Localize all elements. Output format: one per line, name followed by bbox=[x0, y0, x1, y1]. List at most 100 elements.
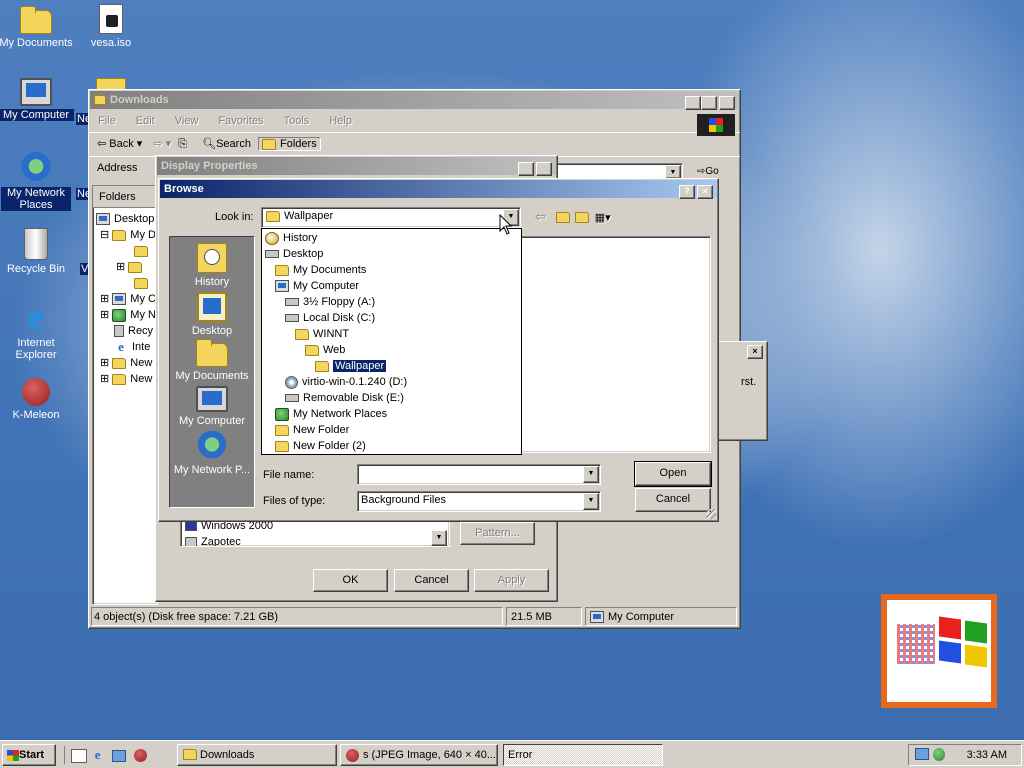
resize-grip[interactable] bbox=[706, 509, 716, 519]
places-desktop[interactable]: Desktop bbox=[170, 292, 254, 337]
look-in-dropdown[interactable]: History Desktop My Documents My Computer 3½ … bbox=[261, 228, 522, 455]
dropdown-item[interactable]: WINNT bbox=[262, 326, 521, 342]
places-my-documents[interactable]: My Documents bbox=[170, 339, 254, 382]
close-button[interactable]: × bbox=[697, 185, 713, 199]
folders-button[interactable]: Folders bbox=[258, 137, 321, 151]
dropdown-item[interactable]: Web bbox=[262, 342, 521, 358]
help-button[interactable]: ? bbox=[679, 185, 695, 199]
desktop-icon-my-documents[interactable]: My Documents bbox=[0, 4, 74, 49]
volume-tray-icon[interactable] bbox=[933, 748, 945, 761]
maximize-button[interactable]: □ bbox=[701, 96, 717, 110]
desktop-icon-internet-explorer[interactable]: e Internet Explorer bbox=[0, 299, 74, 362]
up-button[interactable]: ⎘ bbox=[178, 138, 187, 150]
minimize-button[interactable]: _ bbox=[685, 96, 701, 110]
menu-edit[interactable]: Edit bbox=[133, 113, 158, 129]
pattern-button[interactable]: Pattern... bbox=[460, 522, 535, 545]
system-tray: 3:33 AM bbox=[908, 744, 1022, 766]
dropdown-item[interactable]: Desktop bbox=[262, 246, 521, 262]
list-item[interactable]: Zapotec bbox=[181, 534, 449, 546]
menu-view[interactable]: View bbox=[172, 113, 202, 129]
internet-explorer-icon[interactable]: e bbox=[91, 748, 105, 762]
tree-item[interactable]: ⊞ My C bbox=[96, 291, 157, 307]
dropdown-item[interactable]: History bbox=[262, 230, 521, 246]
browse-titlebar[interactable]: Browse ? × bbox=[160, 180, 717, 199]
chevron-down-icon[interactable]: ▼ bbox=[583, 493, 599, 510]
menu-file[interactable]: File bbox=[95, 113, 119, 129]
outlook-icon[interactable] bbox=[112, 749, 127, 762]
search-button[interactable]: 🔍︎Search bbox=[202, 138, 251, 150]
my-computer-icon bbox=[20, 78, 52, 106]
dropdown-item[interactable]: 3½ Floppy (A:) bbox=[262, 294, 521, 310]
tree-item[interactable]: ⊞ New bbox=[96, 371, 157, 387]
menu-tools[interactable]: Tools bbox=[281, 113, 313, 129]
menu-favorites[interactable]: Favorites bbox=[215, 113, 266, 129]
taskbar-item-error[interactable]: Error bbox=[503, 744, 663, 766]
tree-item[interactable]: e Inte bbox=[96, 339, 157, 355]
cancel-button[interactable]: Cancel bbox=[635, 488, 711, 512]
tree-item[interactable]: ⊞ My N bbox=[96, 307, 157, 323]
dropdown-item[interactable]: Local Disk (C:) bbox=[262, 310, 521, 326]
network-tray-icon[interactable] bbox=[915, 748, 929, 760]
dropdown-item[interactable]: Removable Disk (E:) bbox=[262, 390, 521, 406]
explorer-titlebar[interactable]: Downloads _ □ × bbox=[90, 91, 739, 110]
internet-explorer-icon: e bbox=[28, 299, 44, 336]
desktop-icon-k-meleon[interactable]: K-Meleon bbox=[0, 378, 74, 421]
look-in-combo[interactable]: Wallpaper ▼ bbox=[261, 207, 521, 228]
dropdown-item[interactable]: My Computer bbox=[262, 278, 521, 294]
dropdown-item[interactable]: My Network Places bbox=[262, 406, 521, 422]
browse-dialog[interactable]: Browse ? × Look in: Wallpaper ▼ ⇦ ▦▾ Hist… bbox=[158, 178, 719, 522]
help-button[interactable]: ? bbox=[518, 162, 534, 176]
taskbar-item-downloads[interactable]: Downloads bbox=[177, 744, 337, 766]
clock[interactable]: 3:33 AM bbox=[967, 745, 1007, 765]
dropdown-item[interactable]: Wallpaper bbox=[262, 358, 521, 374]
tree-item[interactable]: ⊞ New bbox=[96, 355, 157, 371]
close-button[interactable]: × bbox=[719, 96, 735, 110]
places-network[interactable]: My Network P... bbox=[170, 431, 254, 476]
tree-item[interactable]: Recy bbox=[96, 323, 157, 339]
places-my-computer[interactable]: My Computer bbox=[170, 386, 254, 427]
tree-item[interactable] bbox=[96, 275, 157, 291]
tree-item[interactable]: ⊟ My D bbox=[96, 227, 157, 243]
back-arrow-icon[interactable]: ⇦ bbox=[535, 209, 546, 224]
file-type-select[interactable]: Background Files ▼ bbox=[357, 491, 601, 512]
folder-icon bbox=[275, 440, 289, 452]
desktop-icon-network-places[interactable]: My Network Places bbox=[0, 152, 74, 211]
taskbar-item-jpeg[interactable]: s (JPEG Image, 640 × 40... bbox=[340, 744, 498, 766]
open-button[interactable]: Open bbox=[634, 461, 712, 487]
close-button[interactable]: × bbox=[747, 345, 763, 359]
up-folder-icon[interactable] bbox=[555, 209, 570, 224]
back-button[interactable]: ⇦ Back ▾ bbox=[97, 138, 142, 150]
menu-help[interactable]: Help bbox=[326, 113, 355, 129]
new-folder-icon[interactable] bbox=[575, 209, 590, 224]
computer-icon bbox=[590, 611, 604, 624]
show-desktop-icon[interactable] bbox=[71, 748, 87, 763]
view-menu-icon[interactable]: ▦▾ bbox=[595, 212, 611, 224]
drive-icon bbox=[285, 314, 299, 323]
display-properties-titlebar[interactable]: Display Properties ? × bbox=[157, 157, 556, 176]
start-button[interactable]: Start bbox=[2, 744, 56, 766]
drive-icon bbox=[285, 298, 299, 307]
tree-item[interactable] bbox=[96, 243, 157, 259]
scroll-down-button[interactable]: ▼ bbox=[431, 530, 447, 546]
chevron-down-icon[interactable]: ▼ bbox=[583, 466, 599, 483]
cancel-button[interactable]: Cancel bbox=[394, 569, 469, 592]
dropdown-item[interactable]: My Documents bbox=[262, 262, 521, 278]
chevron-down-icon[interactable]: ▼ bbox=[665, 165, 681, 179]
dropdown-item[interactable]: New Folder bbox=[262, 422, 521, 438]
close-button[interactable]: × bbox=[536, 162, 552, 176]
desktop-icon-recycle-bin[interactable]: Recycle Bin bbox=[0, 228, 74, 275]
ok-button[interactable]: OK bbox=[313, 569, 388, 592]
k-meleon-icon[interactable] bbox=[133, 749, 147, 763]
file-name-input[interactable]: ▼ bbox=[357, 464, 601, 485]
tree-item[interactable]: Desktop bbox=[96, 211, 157, 227]
places-history[interactable]: History bbox=[170, 243, 254, 288]
desktop-icon-my-computer[interactable]: My Computer bbox=[0, 78, 74, 121]
search-icon: 🔍︎ bbox=[202, 138, 217, 150]
apply-button[interactable]: Apply bbox=[474, 569, 549, 592]
dropdown-item[interactable]: virtio-win-0.1.240 (D:) bbox=[262, 374, 521, 390]
network-icon bbox=[275, 407, 289, 421]
tree-item[interactable]: ⊞ bbox=[96, 259, 157, 275]
desktop-icon-vesa-iso[interactable]: vesa.iso bbox=[73, 4, 149, 49]
dropdown-item[interactable]: New Folder (2) bbox=[262, 438, 521, 454]
forward-button[interactable]: ⇨ ▾ bbox=[153, 138, 171, 150]
